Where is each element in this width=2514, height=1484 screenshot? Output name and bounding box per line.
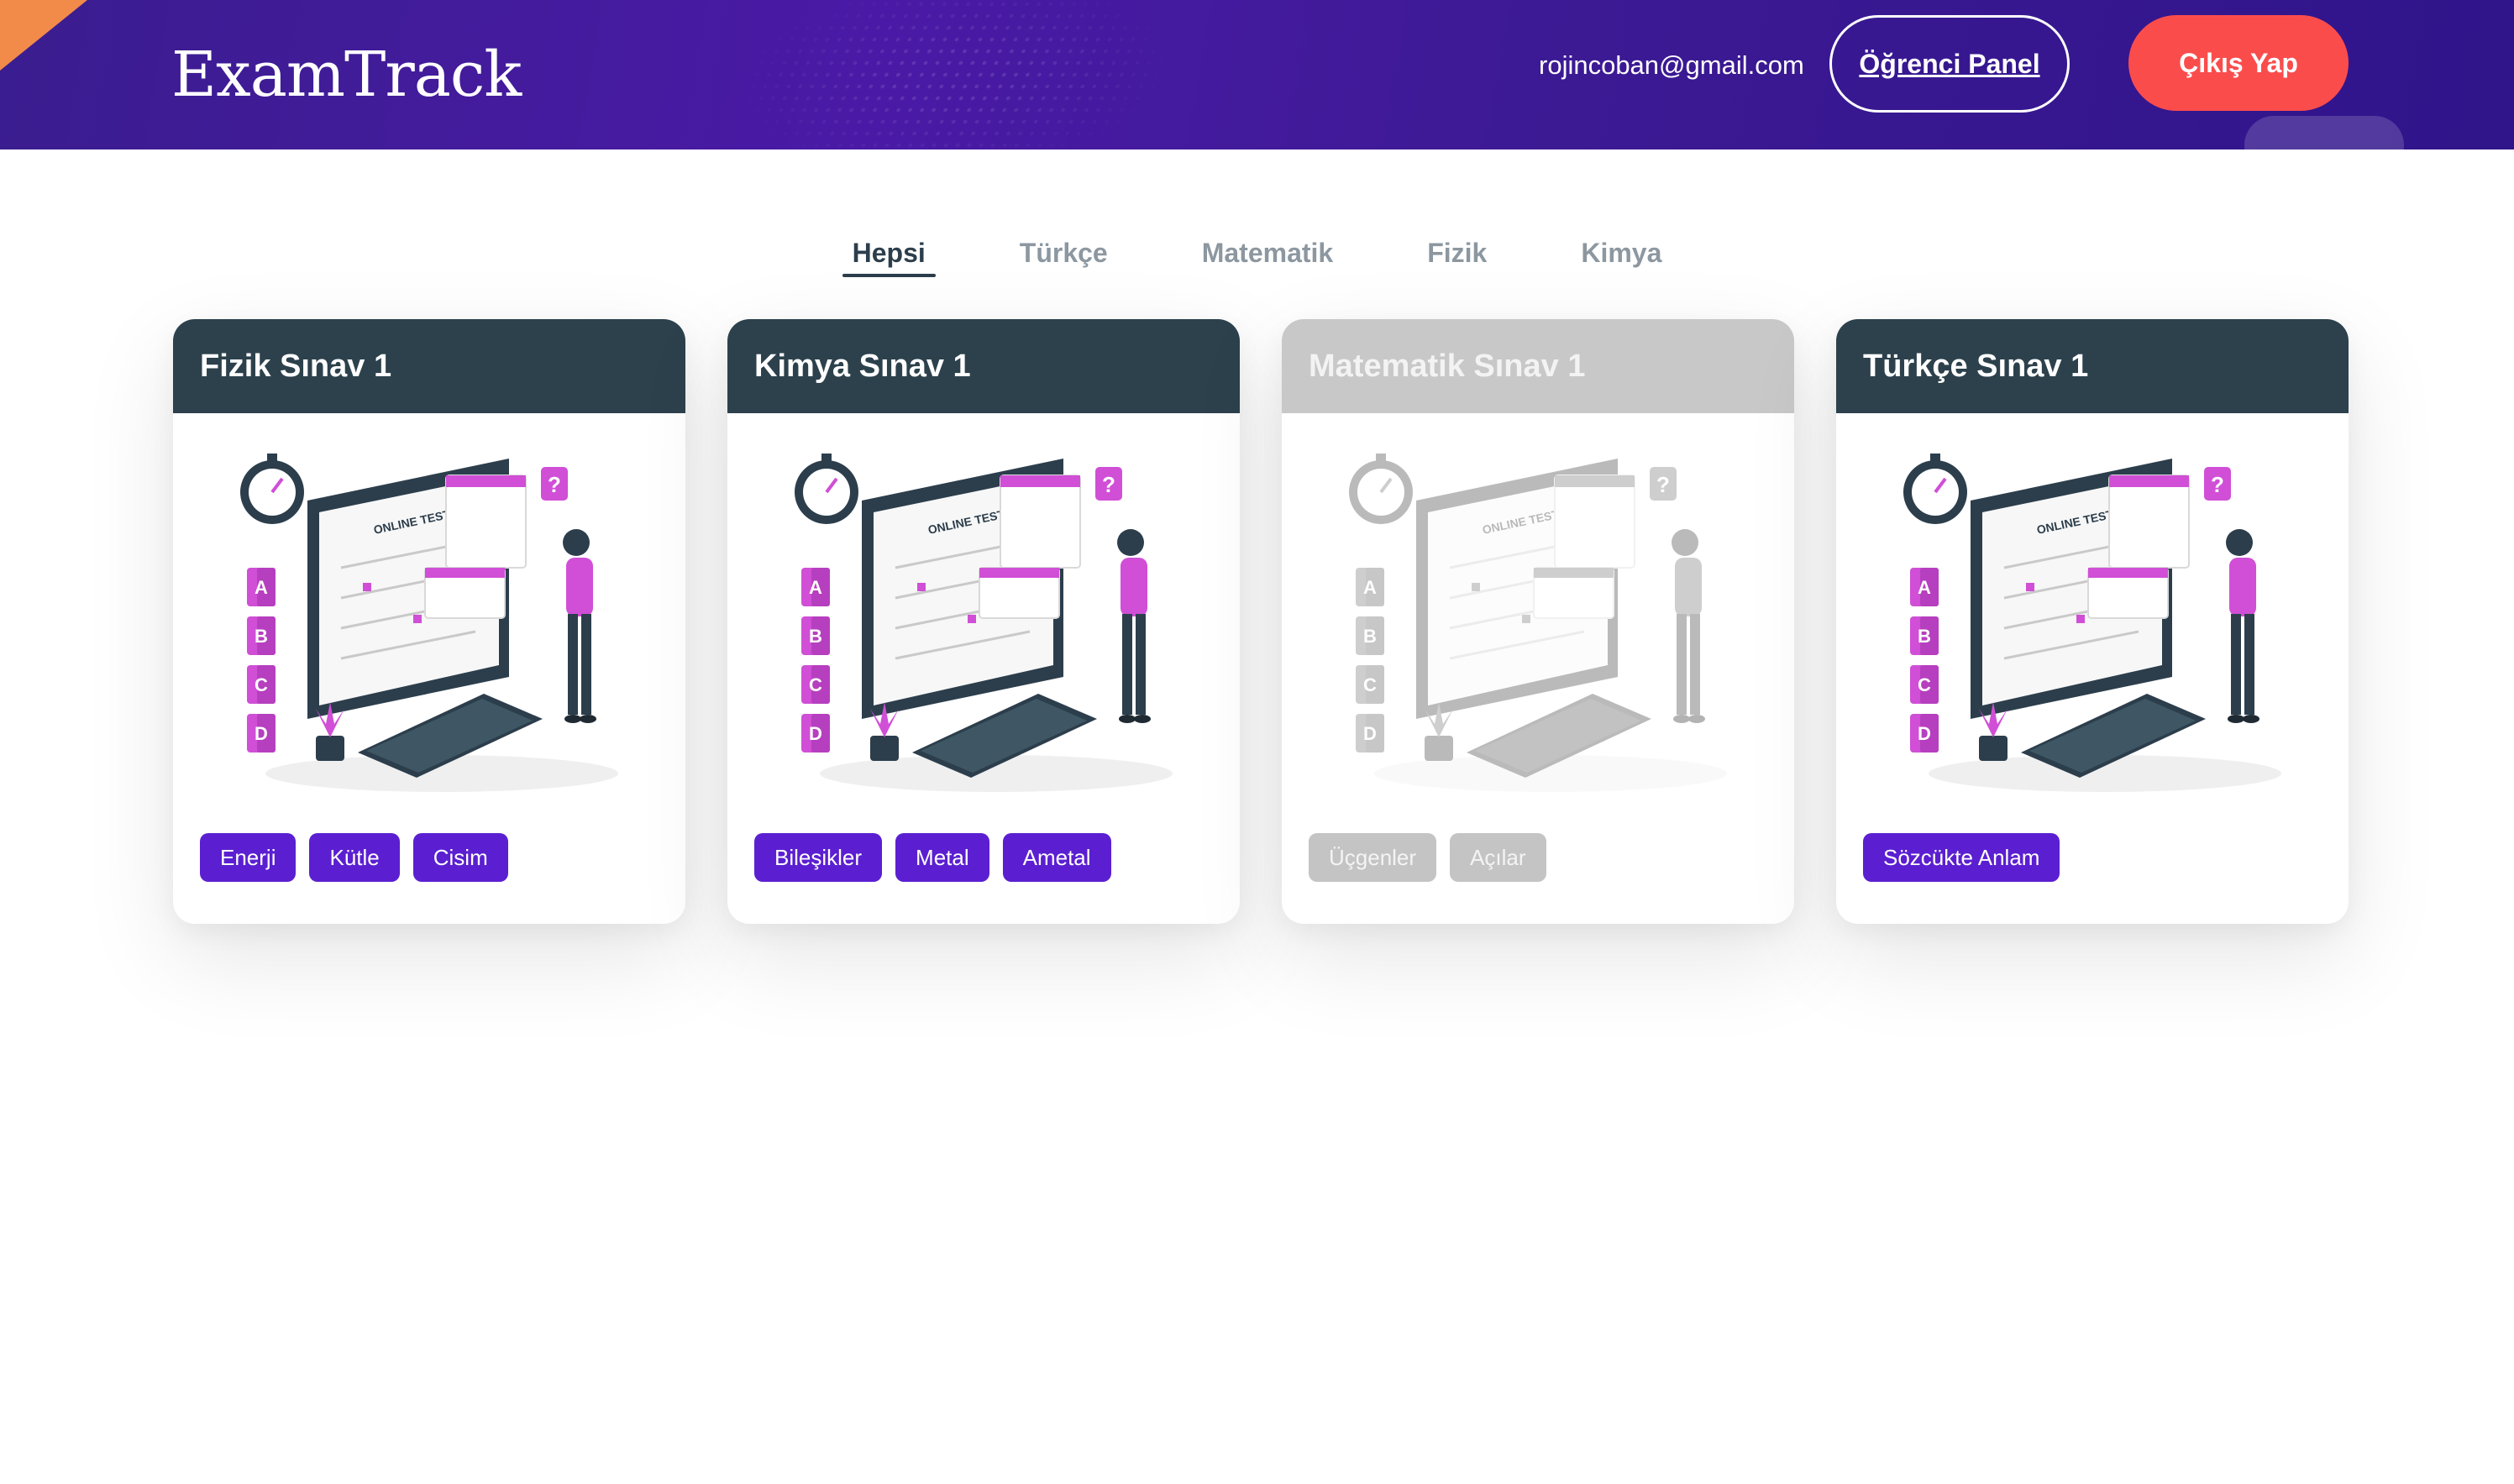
header-dot-pattern bbox=[706, 0, 1209, 149]
exam-card-title: Türkçe Sınav 1 bbox=[1836, 319, 2349, 413]
exam-card-fizik[interactable]: Fizik Sınav 1 A B C D ONLINE TEST ? Ener… bbox=[173, 319, 685, 924]
student-panel-button[interactable]: Öğrenci Panel bbox=[1829, 15, 2070, 113]
svg-text:A: A bbox=[255, 577, 268, 598]
exam-tags: Üçgenler Açılar bbox=[1309, 833, 1546, 882]
exam-card-turkce[interactable]: Türkçe Sınav 1 A B C D ONLINE TEST ? Söz… bbox=[1836, 319, 2349, 924]
svg-text:C: C bbox=[1363, 674, 1377, 695]
topic-tag[interactable]: Ametal bbox=[1002, 833, 1111, 882]
svg-text:A: A bbox=[1918, 577, 1931, 598]
svg-text:C: C bbox=[1918, 674, 1931, 695]
tab-turkce[interactable]: Türkçe bbox=[1010, 225, 1118, 281]
tab-matematik[interactable]: Matematik bbox=[1192, 225, 1344, 281]
topic-tag[interactable]: Cisim bbox=[412, 833, 508, 882]
online-test-illustration: A B C D ONLINE TEST ? bbox=[240, 454, 618, 792]
exam-tags: Enerji Kütle Cisim bbox=[200, 833, 508, 882]
online-test-illustration: A B C D ONLINE TEST ? bbox=[1349, 454, 1727, 792]
brand-logo[interactable]: ExamTrack bbox=[171, 37, 522, 113]
user-email: rojincoban@gmail.com bbox=[1539, 50, 1804, 80]
svg-text:A: A bbox=[809, 577, 822, 598]
svg-text:B: B bbox=[255, 626, 268, 647]
svg-text:A: A bbox=[1363, 577, 1377, 598]
tab-kimya[interactable]: Kimya bbox=[1571, 225, 1672, 281]
exam-tags: Sözcükte Anlam bbox=[1863, 833, 2060, 882]
svg-text:B: B bbox=[809, 626, 822, 647]
svg-text:C: C bbox=[255, 674, 268, 695]
online-test-illustration: A B C D ONLINE TEST ? bbox=[1903, 454, 2281, 792]
header-cloud-shape bbox=[2244, 116, 2404, 149]
svg-text:C: C bbox=[809, 674, 822, 695]
top-navbar: ExamTrack rojincoban@gmail.com Öğrenci P… bbox=[0, 0, 2514, 149]
tab-hepsi[interactable]: Hepsi bbox=[842, 225, 936, 281]
topic-tag: Üçgenler bbox=[1309, 833, 1437, 882]
online-test-illustration: A B C D ONLINE TEST ? bbox=[795, 454, 1173, 792]
svg-text:D: D bbox=[809, 723, 822, 744]
exam-card-title: Fizik Sınav 1 bbox=[173, 319, 685, 413]
topic-tag[interactable]: Metal bbox=[895, 833, 989, 882]
exam-card-title: Matematik Sınav 1 bbox=[1282, 319, 1794, 413]
svg-text:?: ? bbox=[548, 472, 561, 497]
svg-text:D: D bbox=[255, 723, 268, 744]
svg-text:?: ? bbox=[1656, 472, 1670, 497]
exam-card-matematik: Matematik Sınav 1 A B C D ONLINE TEST ? bbox=[1282, 319, 1794, 924]
svg-text:?: ? bbox=[1102, 472, 1115, 497]
topic-tag: Açılar bbox=[1450, 833, 1546, 882]
header-corner-accent bbox=[0, 0, 87, 71]
svg-text:D: D bbox=[1918, 723, 1931, 744]
exam-tags: Bileşikler Metal Ametal bbox=[754, 833, 1111, 882]
topic-tag[interactable]: Bileşikler bbox=[754, 833, 883, 882]
svg-text:?: ? bbox=[2211, 472, 2224, 497]
topic-tag[interactable]: Kütle bbox=[309, 833, 400, 882]
exam-card-title: Kimya Sınav 1 bbox=[727, 319, 1240, 413]
svg-text:B: B bbox=[1918, 626, 1931, 647]
svg-text:D: D bbox=[1363, 723, 1377, 744]
logout-button[interactable]: Çıkış Yap bbox=[2128, 15, 2349, 111]
exam-card-kimya[interactable]: Kimya Sınav 1 A B C D ONLINE TEST ? Bile… bbox=[727, 319, 1240, 924]
tab-fizik[interactable]: Fizik bbox=[1417, 225, 1497, 281]
subject-filter-tabs: Hepsi Türkçe Matematik Fizik Kimya bbox=[0, 225, 2514, 281]
svg-text:B: B bbox=[1363, 626, 1377, 647]
topic-tag[interactable]: Sözcükte Anlam bbox=[1863, 833, 2060, 882]
topic-tag[interactable]: Enerji bbox=[200, 833, 297, 882]
